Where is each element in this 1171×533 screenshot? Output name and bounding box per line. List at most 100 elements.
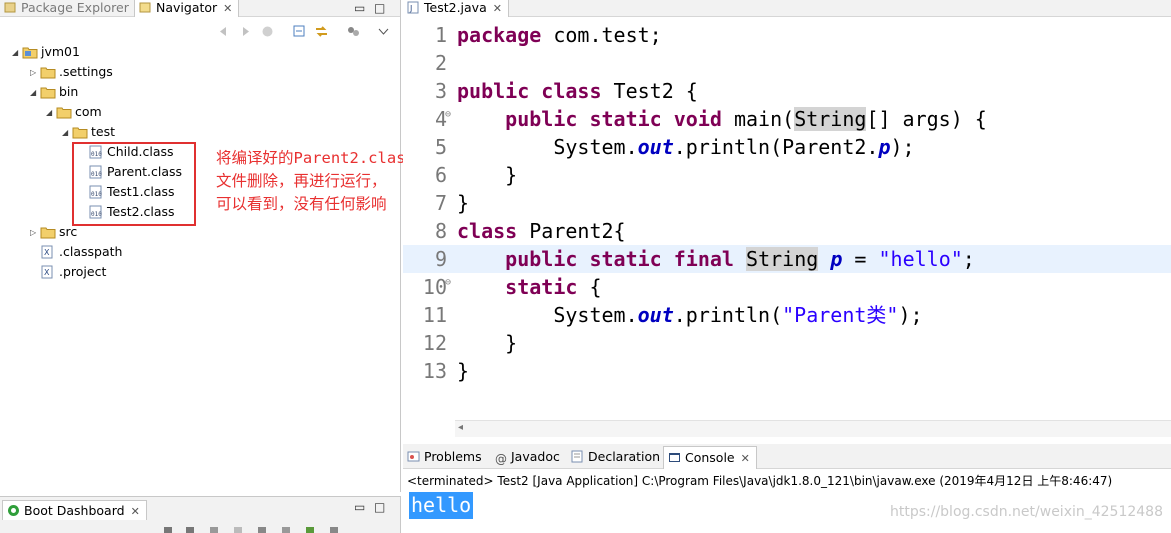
collapse-all-icon[interactable]: [292, 24, 307, 39]
tree-item-jvm01[interactable]: ◢ jvm01: [12, 42, 80, 62]
annotation-line: 将编译好的Parent2.class: [216, 149, 415, 167]
close-icon[interactable]: ✕: [131, 505, 140, 518]
line-number: 3: [434, 79, 447, 103]
code-text: static {: [505, 275, 602, 299]
tab-label: Declaration: [588, 449, 661, 464]
expanded-triangle-icon[interactable]: ◢: [46, 103, 56, 123]
spring-boot-icon: [8, 505, 19, 516]
folder-open-icon: [40, 87, 56, 99]
back-icon[interactable]: [216, 24, 231, 39]
tree-item-label: test: [91, 124, 116, 139]
collapsed-triangle-icon[interactable]: ▷: [30, 223, 40, 243]
code-line: 5 System.out.println(Parent2.p);: [403, 133, 1171, 161]
javadoc-icon: @: [495, 452, 507, 466]
tab-navigator[interactable]: Navigator ✕: [134, 0, 240, 17]
console-output[interactable]: hello: [409, 492, 474, 519]
tree-item-bin[interactable]: ◢ bin: [30, 82, 78, 102]
forward-icon[interactable]: [238, 24, 253, 39]
collapsed-triangle-icon[interactable]: ▷: [30, 63, 40, 83]
code-line: 3 public class Test2 {: [403, 77, 1171, 105]
tree-item-label: .classpath: [59, 244, 123, 259]
folder-icon: [40, 67, 56, 79]
tree-item-classpath[interactable]: X .classpath: [40, 242, 122, 262]
project-folder-icon: [22, 47, 38, 59]
tab-console[interactable]: Console ✕: [663, 446, 757, 469]
line-number: 9: [434, 247, 447, 271]
code-text: public class Test2 {: [457, 79, 698, 103]
navigator-toolbar: [0, 24, 400, 40]
minimize-icon[interactable]: ▭: [354, 500, 365, 514]
tab-label: Boot Dashboard: [24, 503, 125, 518]
highlight-box: [72, 142, 196, 226]
tab-problems[interactable]: Problems: [407, 447, 482, 468]
scroll-left-icon[interactable]: ◂: [458, 422, 463, 433]
code-line: 11 System.out.println("Parent类");: [403, 301, 1171, 329]
code-line: 6 }: [403, 161, 1171, 189]
tree-item-label: .project: [59, 264, 107, 279]
svg-text:X: X: [44, 268, 50, 277]
declaration-icon: [571, 450, 583, 463]
code-text: }: [457, 359, 470, 383]
tab-label: Javadoc: [511, 449, 560, 464]
tree-item-project[interactable]: X .project: [40, 262, 106, 282]
filters-icon[interactable]: [346, 24, 361, 39]
code-line: 4 ⊖ public static void main(String[] args…: [403, 105, 1171, 133]
maximize-icon[interactable]: □: [374, 1, 385, 15]
fold-collapse-icon[interactable]: ⊖: [445, 269, 451, 297]
code-line: 10 ⊖ static {: [403, 273, 1171, 301]
tab-declaration[interactable]: Declaration: [571, 447, 660, 468]
code-line: 1 package com.test;: [403, 21, 1171, 49]
close-icon[interactable]: ✕: [493, 2, 502, 15]
code-text: }: [457, 163, 518, 187]
minimize-icon[interactable]: ▭: [354, 1, 365, 15]
tab-boot-dashboard[interactable]: Boot Dashboard ✕: [2, 500, 147, 520]
code-line-current: 9 public static final String p = "hello"…: [403, 245, 1171, 273]
fold-collapse-icon[interactable]: ⊖: [445, 101, 451, 129]
tab-label: Problems: [424, 449, 482, 464]
line-number: 2: [434, 51, 447, 75]
close-icon[interactable]: ✕: [741, 452, 750, 465]
annotation-text: 将编译好的Parent2.class 文件删除，再进行运行， 可以看到，没有任何…: [216, 147, 415, 216]
code-text: class Parent2{: [457, 219, 626, 243]
tab-test2-java[interactable]: J Test2.java ✕: [403, 0, 509, 17]
editor-tabbar: J Test2.java ✕: [403, 0, 1171, 17]
tree-item-src[interactable]: ▷ src: [30, 222, 77, 242]
link-with-editor-icon[interactable]: [314, 24, 329, 39]
tree-item-label: bin: [59, 84, 79, 99]
code-line: 8 class Parent2{: [403, 217, 1171, 245]
code-text: public static final String p = "hello";: [505, 247, 975, 271]
close-icon[interactable]: ✕: [223, 2, 232, 15]
up-icon[interactable]: [260, 24, 275, 39]
expanded-triangle-icon[interactable]: ◢: [30, 83, 40, 103]
line-number: 4: [434, 107, 447, 131]
code-line: 13}: [403, 357, 1171, 385]
expanded-triangle-icon[interactable]: ◢: [62, 123, 72, 143]
line-number: 10: [422, 275, 447, 299]
tree-item-test[interactable]: ◢ test: [62, 122, 115, 142]
view-menu-chevron-down-icon[interactable]: [376, 24, 391, 39]
folder-icon: [40, 227, 56, 239]
console-panel: Problems @ Javadoc Declaration Console ✕ <…: [403, 444, 1171, 533]
boot-toolbar-icons: [164, 527, 338, 533]
java-editor: J Test2.java ✕ 1 package com.test; 2 3 publi…: [403, 0, 1171, 440]
navigator-icon: [139, 2, 151, 13]
annotation-line: 可以看到，没有任何影响: [216, 195, 387, 213]
problems-icon: [407, 451, 420, 462]
expanded-triangle-icon[interactable]: ◢: [12, 43, 22, 63]
console-status: <terminated> Test2 [Java Application] C:…: [407, 474, 1113, 488]
tab-label: Test2.java: [424, 0, 487, 15]
tab-javadoc[interactable]: @ Javadoc: [495, 447, 560, 468]
tree-item-settings[interactable]: ▷ .settings: [30, 62, 113, 82]
maximize-icon[interactable]: □: [374, 500, 385, 514]
code-text: }: [457, 191, 470, 215]
tree-item-com[interactable]: ◢ com: [46, 102, 102, 122]
line-number: 7: [434, 191, 447, 215]
code-text: package com.test;: [457, 23, 662, 47]
tree-item-label: src: [59, 224, 78, 239]
code-text: public static void main(String[] args) {: [505, 107, 987, 131]
horizontal-scrollbar[interactable]: ◂: [455, 420, 1171, 437]
line-number: 13: [422, 359, 447, 383]
tab-package-explorer[interactable]: Package Explorer: [4, 0, 129, 17]
code-line: 7}: [403, 189, 1171, 217]
annotation-line: 文件删除，再进行运行，: [216, 172, 387, 190]
